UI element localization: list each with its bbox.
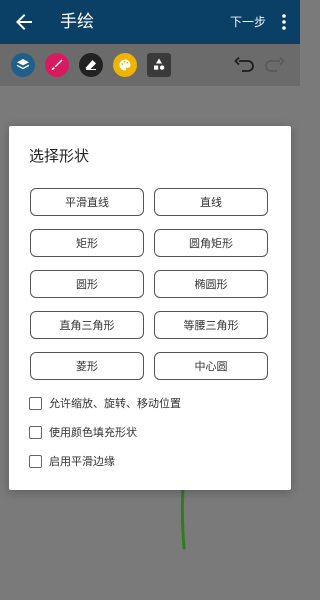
brush-icon[interactable] xyxy=(45,53,69,77)
checkbox[interactable] xyxy=(29,455,42,468)
shape-button-circle[interactable]: 圆形 xyxy=(30,270,144,298)
option-label: 允许缩放、旋转、移动位置 xyxy=(49,397,181,410)
select-shape-dialog: 选择形状 平滑直线 直线 矩形 圆角矩形 圆形 椭圆形 直角三角形 等腰三角形 … xyxy=(9,126,291,490)
dialog-title: 选择形状 xyxy=(29,147,90,165)
back-arrow-icon[interactable] xyxy=(12,10,36,34)
shape-button-rounded-rectangle[interactable]: 圆角矩形 xyxy=(154,229,268,257)
palette-icon[interactable] xyxy=(113,53,137,77)
shape-button-diamond[interactable]: 菱形 xyxy=(30,352,144,380)
eraser-icon[interactable] xyxy=(79,53,103,77)
option-label: 使用颜色填充形状 xyxy=(49,426,137,439)
checkbox[interactable] xyxy=(29,426,42,439)
shape-button-ellipse[interactable]: 椭圆形 xyxy=(154,270,268,298)
shapes-icon[interactable] xyxy=(147,53,171,77)
redo-icon[interactable] xyxy=(264,56,286,74)
option-label: 启用平滑边缘 xyxy=(49,455,115,468)
shape-button-right-triangle[interactable]: 直角三角形 xyxy=(30,311,144,339)
shape-button-smooth-line[interactable]: 平滑直线 xyxy=(30,188,144,216)
app-title: 手绘 xyxy=(60,12,94,32)
shape-button-center-circle[interactable]: 中心圆 xyxy=(154,352,268,380)
tool-bar xyxy=(0,44,300,86)
app-bar: 手绘 下一步 xyxy=(0,0,300,44)
undo-icon[interactable] xyxy=(233,56,255,74)
more-options-icon[interactable] xyxy=(278,12,290,32)
shape-button-rectangle[interactable]: 矩形 xyxy=(30,229,144,257)
next-step-button[interactable]: 下一步 xyxy=(230,13,266,31)
checkbox[interactable] xyxy=(29,397,42,410)
layers-icon[interactable] xyxy=(11,53,35,77)
shape-button-isosceles-triangle[interactable]: 等腰三角形 xyxy=(154,311,268,339)
shape-button-line[interactable]: 直线 xyxy=(154,188,268,216)
